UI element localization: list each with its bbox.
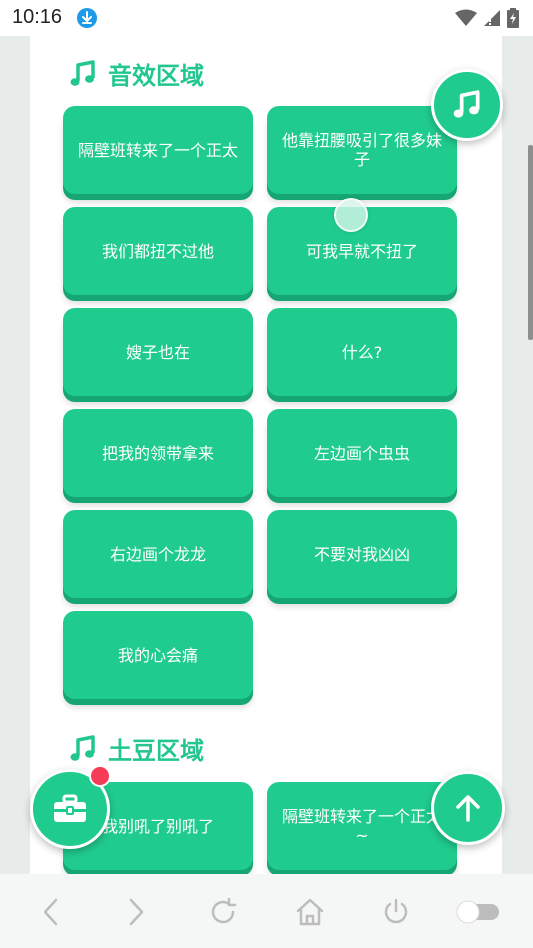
- refresh-button[interactable]: [205, 894, 241, 930]
- back-button[interactable]: [33, 894, 69, 930]
- signal-icon: [484, 10, 500, 26]
- scroll-to-top-button[interactable]: [431, 771, 505, 845]
- sound-button[interactable]: 左边画个虫虫: [267, 409, 457, 497]
- scrollbar-thumb[interactable]: [528, 145, 533, 340]
- sound-button[interactable]: 右边画个龙龙: [63, 510, 253, 598]
- music-fab-button[interactable]: [431, 69, 503, 141]
- toggle-icon: [456, 900, 499, 924]
- toolbox-icon: [54, 794, 86, 822]
- forward-icon: [129, 898, 144, 926]
- back-icon: [43, 898, 58, 926]
- section-title-potato: 土豆区域: [68, 731, 204, 766]
- toggle-switch[interactable]: [455, 894, 501, 930]
- sound-button[interactable]: 我的心会痛: [63, 611, 253, 699]
- browser-nav-bar: [0, 874, 533, 948]
- sound-button[interactable]: 把我的领带拿来: [63, 409, 253, 497]
- music-note-icon: [453, 90, 480, 118]
- forward-button[interactable]: [118, 894, 154, 930]
- download-icon: [77, 8, 97, 28]
- power-button[interactable]: [378, 894, 414, 930]
- status-icons: [455, 7, 519, 29]
- battery-icon: [507, 8, 519, 28]
- arrow-up-icon: [456, 795, 480, 822]
- status-bar: 10:16: [0, 0, 533, 36]
- sound-button[interactable]: 隔壁班转来了一个正太~: [267, 782, 457, 870]
- sound-button[interactable]: 嫂子也在: [63, 308, 253, 396]
- power-icon: [384, 898, 408, 924]
- content-card: 音效区域 隔壁班转来了一个正太 他靠扭腰吸引了很多妹子 我们都扭不过他 可我早就…: [30, 36, 502, 874]
- home-icon: [296, 898, 324, 926]
- touch-indicator: [334, 198, 368, 232]
- home-button[interactable]: [292, 894, 328, 930]
- music-note-icon: [70, 59, 95, 86]
- status-time: 10:16: [12, 6, 63, 28]
- section-title-text: 音效区域: [108, 62, 204, 90]
- wifi-icon: [455, 9, 477, 26]
- sound-button[interactable]: 他靠扭腰吸引了很多妹子: [267, 106, 457, 194]
- sound-button[interactable]: 隔壁班转来了一个正太: [63, 106, 253, 194]
- notification-badge: [89, 765, 111, 787]
- refresh-icon: [211, 897, 237, 924]
- sound-button[interactable]: 什么?: [267, 308, 457, 396]
- section-title-text: 土豆区域: [108, 737, 204, 765]
- section-title-sound-effects: 音效区域: [68, 56, 204, 91]
- sound-button[interactable]: 不要对我凶凶: [267, 510, 457, 598]
- music-note-icon: [70, 734, 95, 761]
- sound-button[interactable]: 我们都扭不过他: [63, 207, 253, 295]
